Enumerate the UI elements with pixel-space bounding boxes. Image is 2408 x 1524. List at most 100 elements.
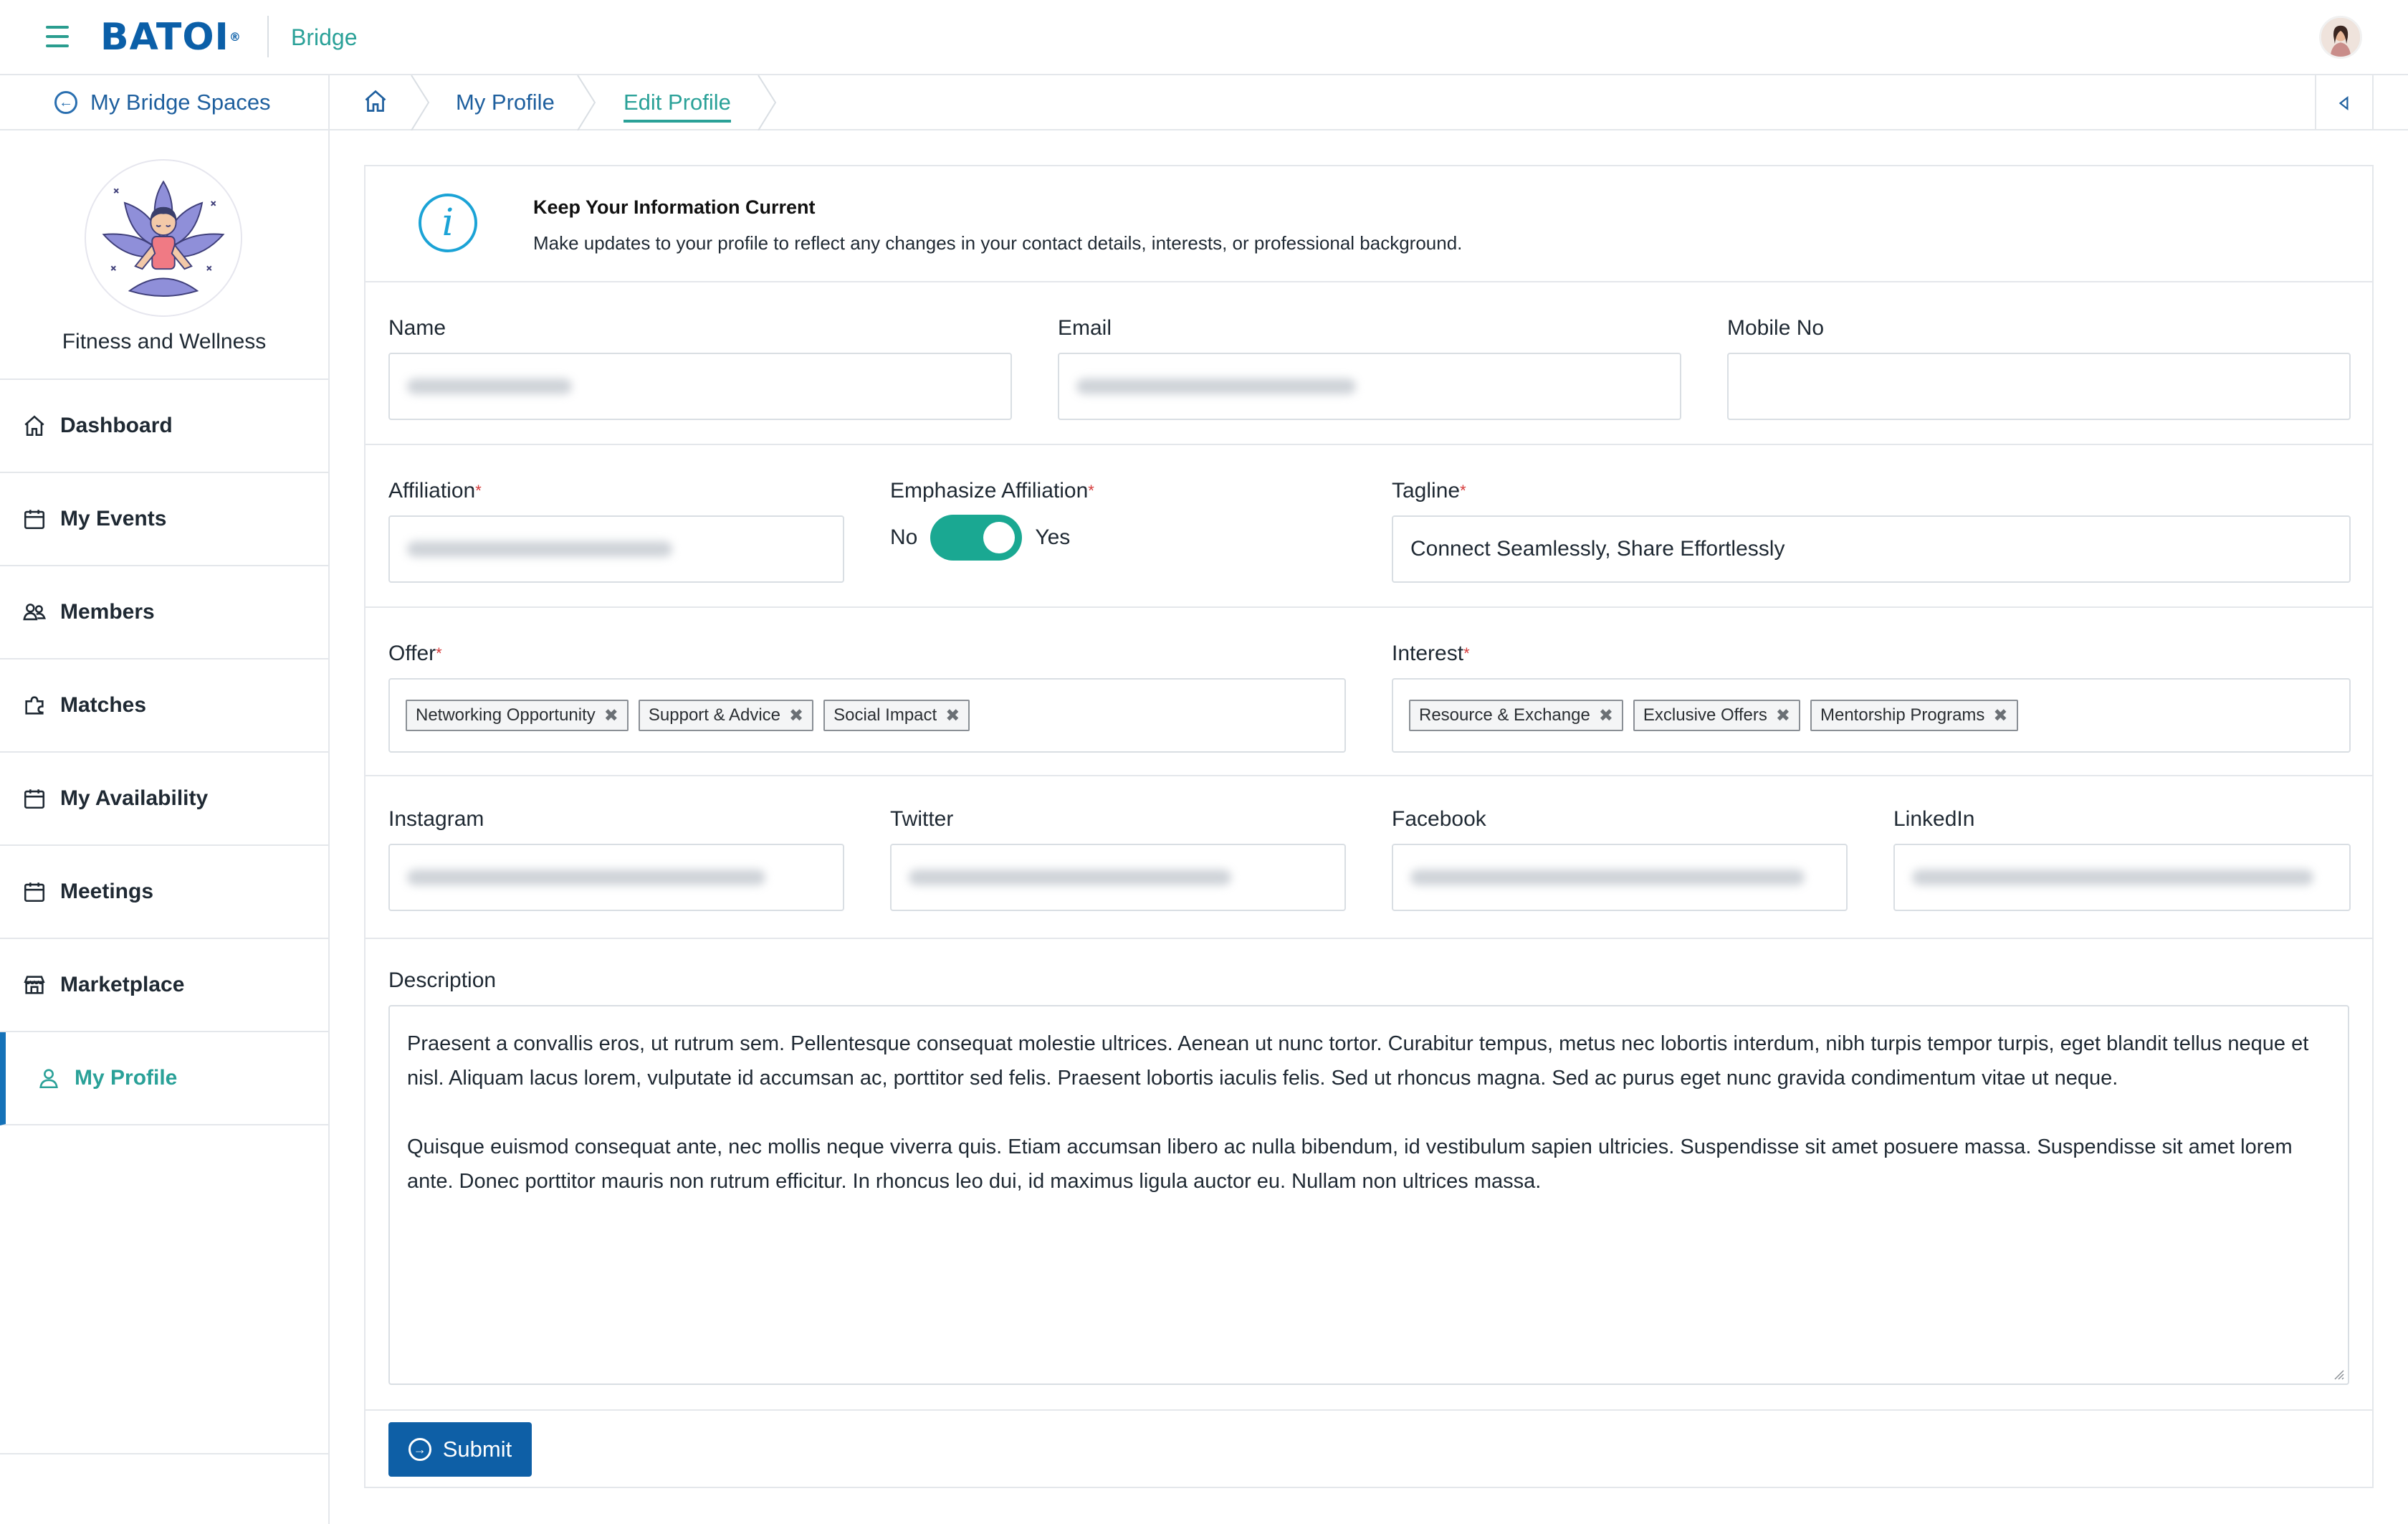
sidebar-item-marketplace[interactable]: Marketplace [0,939,328,1032]
resize-handle-icon[interactable] [2332,1368,2345,1381]
offer-tag: Support & Advice ✖ [638,700,814,731]
required-mark: * [436,644,442,662]
mobile-label: Mobile No [1727,316,1825,340]
collapse-panel-button[interactable] [2315,75,2374,130]
sidebar-item-label: Matches [60,693,147,717]
breadcrumb-edit-profile[interactable]: Edit Profile [624,90,731,123]
emphasize-affiliation-toggle[interactable] [930,515,1023,561]
batoi-logo[interactable]: BATOI® [100,17,242,57]
my-bridge-spaces-link[interactable]: ← My Bridge Spaces [0,75,328,130]
back-arrow-icon: ← [54,90,77,114]
tag-label: Support & Advice [648,705,781,725]
tag-label: Mentorship Programs [1820,705,1985,725]
required-mark: * [475,482,482,500]
sidebar-item-meetings[interactable]: Meetings [0,846,328,939]
affiliation-label: Affiliation* [388,478,482,504]
users-icon [22,599,47,625]
form-footer-divider [366,1409,2372,1411]
tag-label: Resource & Exchange [1419,705,1590,725]
top-header: BATOI® Bridge [0,0,2408,75]
affiliation-input[interactable] [388,515,844,583]
offer-tag-input[interactable]: Networking Opportunity ✖ Support & Advice… [388,678,1346,753]
my-bridge-spaces-label: My Bridge Spaces [90,89,271,115]
calendar-icon [22,786,47,811]
twitter-input[interactable] [890,844,1346,911]
tagline-value: Connect Seamlessly, Share Effortlessly [1410,537,1785,561]
sidebar-item-my-events[interactable]: My Events [0,473,328,566]
edit-profile-form: i Keep Your Information Current Make upd… [364,165,2374,1488]
logo-registered-mark: ® [229,30,242,44]
app-name: Bridge [291,24,358,50]
email-input[interactable] [1058,353,1681,420]
interest-label: Interest* [1392,641,1470,667]
arrow-right-circle-icon: → [408,1438,431,1461]
interest-tag-input[interactable]: Resource & Exchange ✖ Exclusive Offers ✖ M… [1392,678,2351,753]
linkedin-input[interactable] [1893,844,2351,911]
linkedin-label: LinkedIn [1893,807,1975,831]
remove-tag-icon[interactable]: ✖ [1993,705,2007,726]
menu-icon[interactable] [46,26,69,47]
home-icon[interactable] [363,88,390,115]
info-banner: i Keep Your Information Current Make upd… [366,166,2372,282]
header-divider [267,16,269,57]
user-avatar[interactable] [2319,16,2362,59]
sidebar-item-label: Members [60,600,155,624]
toggle-knob [983,522,1016,553]
offer-interest-section: Offer* Networking Opportunity ✖ Support &… [366,608,2372,776]
facebook-label: Facebook [1392,807,1486,831]
blurred-value [407,541,672,557]
info-text: Make updates to your profile to reflect … [533,232,1463,254]
facebook-input[interactable] [1392,844,1848,911]
sidebar-item-label: Dashboard [60,414,173,437]
description-textarea[interactable]: Praesent a convallis eros, ut rutrum sem… [388,1005,2349,1385]
submit-label: Submit [442,1437,512,1462]
remove-tag-icon[interactable]: ✖ [1599,705,1613,726]
space-logo [85,159,242,317]
instagram-input[interactable] [388,844,844,911]
blurred-value [1410,870,1805,885]
breadcrumb-separator [411,75,430,130]
sidebar-item-dashboard[interactable]: Dashboard [0,380,328,473]
interest-tag: Exclusive Offers ✖ [1633,700,1800,731]
tagline-input[interactable]: Connect Seamlessly, Share Effortlessly [1392,515,2351,583]
interest-label-text: Interest [1392,642,1464,665]
sidebar-item-label: Meetings [60,880,154,903]
contact-section: Name Email Mobile No [366,282,2372,445]
tag-label: Social Impact [833,705,937,725]
required-mark: * [1460,482,1466,500]
home-icon [22,413,47,439]
toggle-no-label: No [890,525,918,549]
interest-tag: Mentorship Programs ✖ [1810,700,2018,731]
remove-tag-icon[interactable]: ✖ [945,705,960,726]
tag-label: Networking Opportunity [416,705,596,725]
name-input[interactable] [388,353,1012,420]
sidebar: ← My Bridge Spaces Fitness and Wellness … [0,75,330,1524]
info-title: Keep Your Information Current [533,196,816,218]
emphasize-affiliation-label: Emphasize Affiliation* [890,478,1094,504]
offer-label: Offer* [388,641,442,667]
required-mark: * [1088,482,1094,500]
remove-tag-icon[interactable]: ✖ [789,705,803,726]
puzzle-icon [22,692,47,718]
sidebar-item-label: My Availability [60,786,209,810]
emphasize-affiliation-label-text: Emphasize Affiliation [890,479,1089,503]
sidebar-item-matches[interactable]: Matches [0,659,328,753]
remove-tag-icon[interactable]: ✖ [604,705,618,726]
offer-tag: Networking Opportunity ✖ [406,700,629,731]
sidebar-item-my-profile[interactable]: My Profile [0,1032,328,1125]
sidebar-item-members[interactable]: Members [0,566,328,659]
logo-text: BATOI [100,16,229,59]
mobile-input[interactable] [1727,353,2351,420]
remove-tag-icon[interactable]: ✖ [1776,705,1790,726]
affiliation-section: Affiliation* Emphasize Affiliation* No Y… [366,445,2372,608]
calendar-icon [22,506,47,532]
sidebar-item-my-availability[interactable]: My Availability [0,753,328,846]
blurred-value [407,378,572,394]
breadcrumb-my-profile[interactable]: My Profile [456,90,555,115]
tag-label: Exclusive Offers [1643,705,1767,725]
info-icon: i [419,194,477,252]
sidebar-item-label: My Profile [75,1066,178,1090]
required-mark: * [1463,644,1470,662]
blurred-value [909,870,1231,885]
submit-button[interactable]: → Submit [388,1422,532,1477]
